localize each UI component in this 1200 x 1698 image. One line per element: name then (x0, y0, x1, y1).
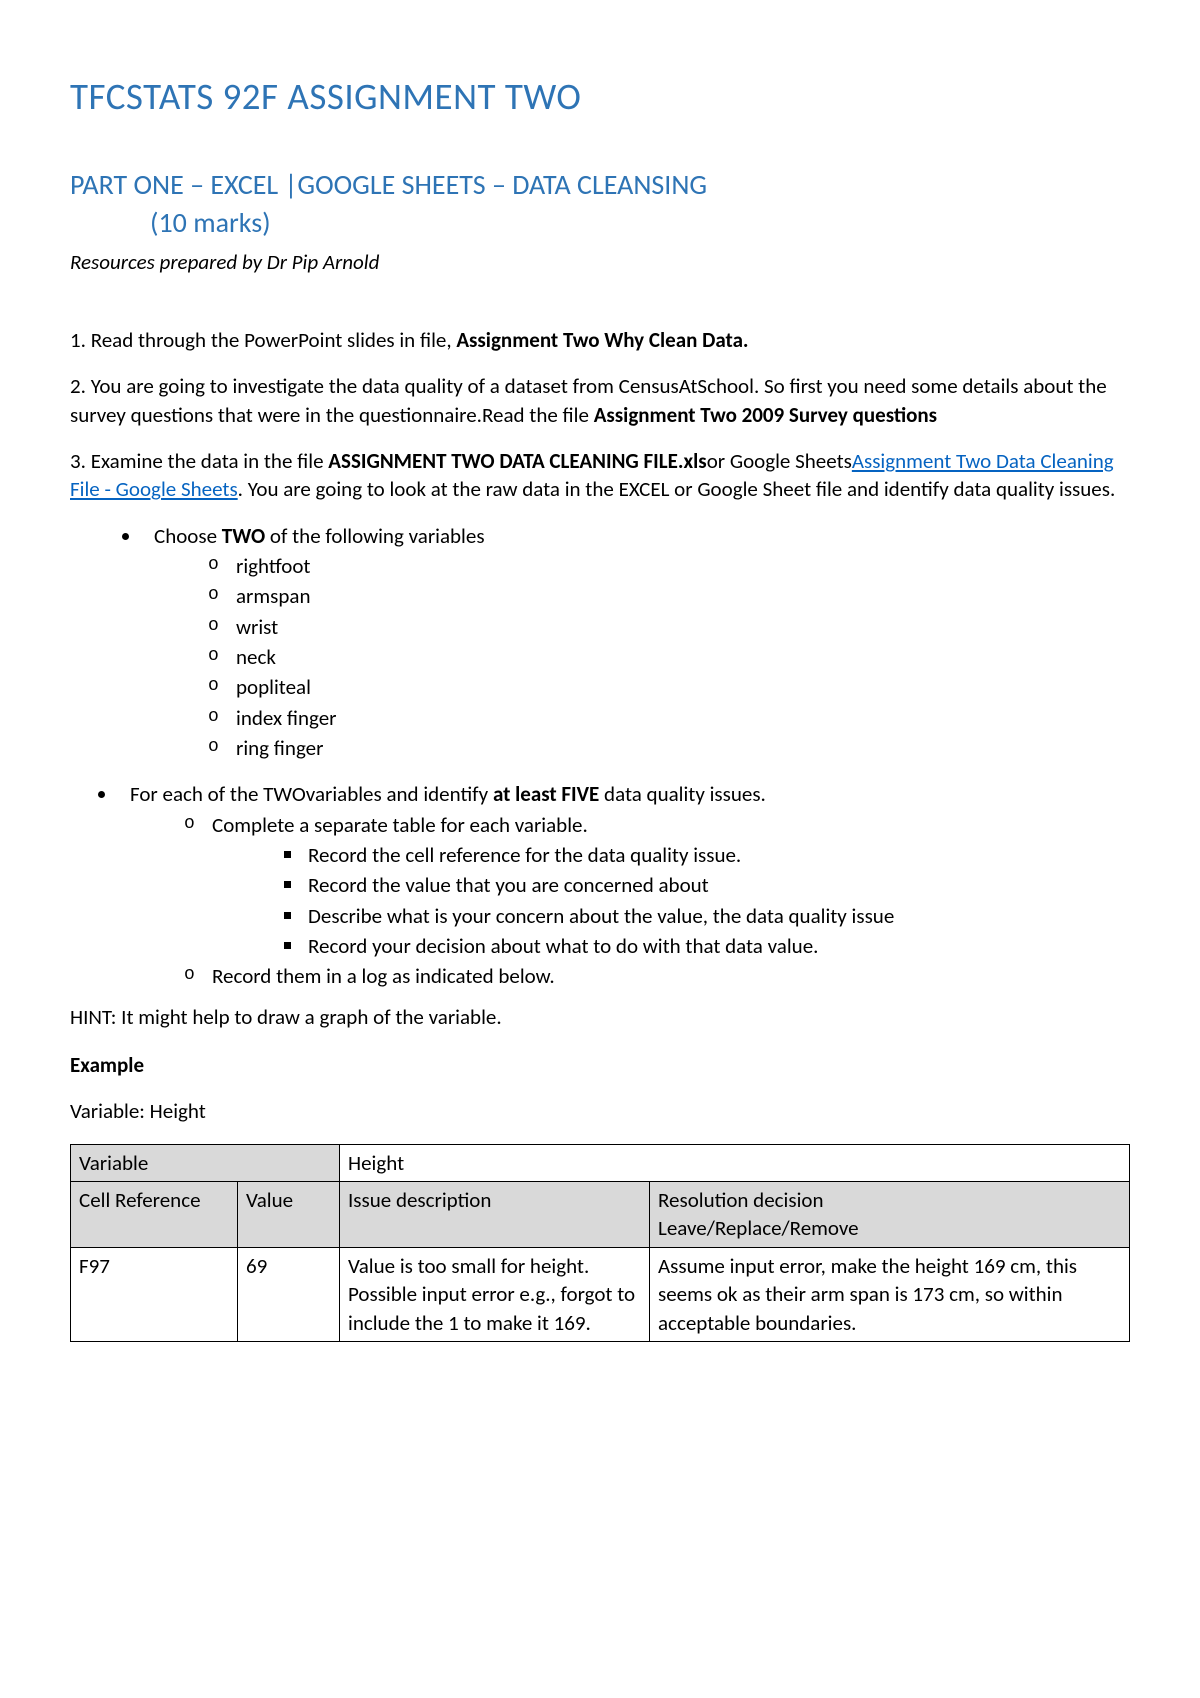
page-title: TFCSTATS 92F ASSIGNMENT TWO (70, 72, 1130, 122)
table-cell: Value is too small for height. Possible … (340, 1247, 650, 1341)
list-item: wrist (208, 613, 1130, 641)
paragraph-1: 1. Read through the PowerPoint slides in… (70, 326, 1130, 354)
bullet-list: Choose TWO of the following variables ri… (70, 522, 1130, 763)
example-variable-line: Variable: Height (70, 1097, 1130, 1125)
list-item: Record them in a log as indicated below. (184, 962, 1130, 990)
document-page: TFCSTATS 92F ASSIGNMENT TWO PART ONE – E… (0, 0, 1200, 1698)
bullet-list: For each of the TWOvariables and identif… (70, 780, 1130, 990)
list-item: neck (208, 643, 1130, 671)
paragraph-2: 2. You are going to investigate the data… (70, 372, 1130, 429)
list-item: Record the cell reference for the data q… (284, 841, 1130, 869)
table-cell: 69 (238, 1247, 340, 1341)
text: Complete a separate table for each varia… (212, 812, 588, 838)
section-heading: PART ONE – EXCEL |GOOGLE SHEETS – DATA C… (70, 166, 1130, 242)
example-label: Example (70, 1051, 1130, 1079)
sub-sub-list: Record the cell reference for the data q… (212, 841, 1130, 960)
text: Choose (154, 523, 222, 549)
text: For each of the TWOvariables and identif… (130, 781, 493, 807)
list-item: Record your decision about what to do wi… (284, 932, 1130, 960)
text: 1. Read through the PowerPoint slides in… (70, 327, 456, 353)
table-header-cell: Resolution decision Leave/Replace/Remove (650, 1182, 1130, 1248)
text: data quality issues. (599, 781, 766, 807)
list-item: rightfoot (208, 552, 1130, 580)
example-table: Variable Height Cell Reference Value Iss… (70, 1144, 1130, 1342)
text: or Google Sheets (707, 448, 852, 474)
list-item: Choose TWO of the following variables ri… (142, 522, 1130, 763)
sub-list: rightfoot armspan wrist neck popliteal i… (154, 552, 1130, 762)
text: 2. You are going to investigate the data… (70, 373, 1107, 427)
table-row: F97 69 Value is too small for height. Po… (71, 1247, 1130, 1341)
text: 3. Examine the data in the file (70, 448, 328, 474)
text: of the following variables (265, 523, 484, 549)
table-cell: Height (340, 1144, 1130, 1181)
section-heading-line1: PART ONE – EXCEL |GOOGLE SHEETS – DATA C… (70, 167, 707, 202)
table-row: Variable Height (71, 1144, 1130, 1181)
hint-text: HINT: It might help to draw a graph of t… (70, 1003, 1130, 1031)
table-header-cell: Issue description (340, 1182, 650, 1248)
table-cell: Assume input error, make the height 169 … (650, 1247, 1130, 1341)
text: Leave/Replace/Remove (658, 1215, 859, 1241)
list-item: Complete a separate table for each varia… (184, 811, 1130, 961)
list-item: ring finger (208, 734, 1130, 762)
list-item: armspan (208, 582, 1130, 610)
section-heading-line2: (10 marks) (70, 204, 1130, 242)
bold-text: Assignment Two 2009 Survey questions (594, 402, 937, 428)
byline: Resources prepared by Dr Pip Arnold (70, 248, 1130, 276)
table-cell: Variable (71, 1144, 340, 1181)
table-row: Cell Reference Value Issue description R… (71, 1182, 1130, 1248)
list-item: popliteal (208, 673, 1130, 701)
bold-text: TWO (222, 523, 265, 549)
table-header-cell: Cell Reference (71, 1182, 238, 1248)
sub-list: Complete a separate table for each varia… (130, 811, 1130, 991)
paragraph-3: 3. Examine the data in the file ASSIGNME… (70, 447, 1130, 504)
list-item: Record the value that you are concerned … (284, 871, 1130, 899)
text: . You are going to look at the raw data … (238, 476, 1116, 502)
bold-text: ASSIGNMENT TWO DATA CLEANING FILE.xls (328, 448, 706, 474)
list-item: Describe what is your concern about the … (284, 902, 1130, 930)
bold-text: Assignment Two Why Clean Data. (456, 327, 748, 353)
list-item: index finger (208, 704, 1130, 732)
table-header-cell: Value (238, 1182, 340, 1248)
table-cell: F97 (71, 1247, 238, 1341)
list-item: For each of the TWOvariables and identif… (118, 780, 1130, 990)
bold-text: at least FIVE (493, 781, 599, 807)
text: Resolution decision (658, 1187, 824, 1213)
